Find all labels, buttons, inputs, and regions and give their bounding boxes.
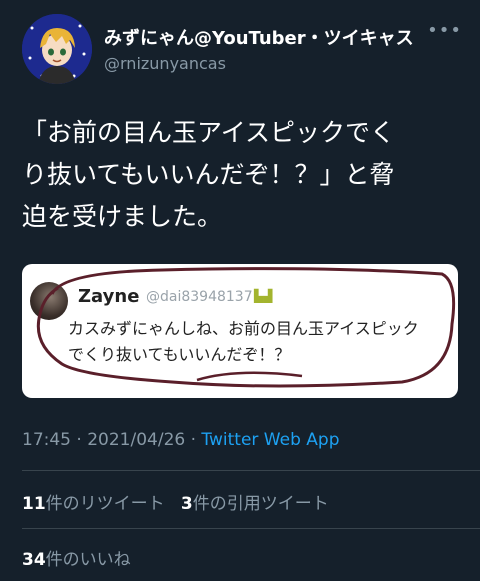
retweets-stat[interactable]: 11件のリツイート (22, 494, 165, 514)
avatar-illustration (22, 14, 92, 84)
user-handle[interactable]: @rnizunyancas (104, 54, 226, 73)
quotes-count: 3 (180, 494, 193, 514)
tweet-meta: 17:45 · 2021/04/26 · Twitter Web App (22, 430, 339, 450)
divider (22, 470, 480, 471)
tweet-text: 「お前の目ん玉アイスピックでく り抜いてもいいんだぞ！？」と脅 迫を受けました。 (22, 118, 396, 231)
avatar[interactable] (22, 14, 92, 84)
tweet-header: みずにゃん@YouTuber・ツイキャス @rnizunyancas ••• (22, 14, 462, 86)
likes-row: 34件のいいね (22, 545, 131, 570)
tweet-source-link[interactable]: Twitter Web App (201, 430, 339, 450)
likes-count: 34 (22, 550, 46, 570)
more-dots-icon[interactable]: ••• (427, 20, 462, 41)
retweets-count: 11 (22, 494, 46, 514)
tweet-time: 17:45 (22, 430, 71, 450)
tweet-date: 2021/04/26 (87, 430, 186, 450)
quotes-stat[interactable]: 3件の引用ツイート (181, 494, 329, 514)
likes-stat[interactable]: 34件のいいね (22, 550, 131, 570)
likes-label: 件のいいね (45, 550, 131, 570)
quotes-label: 件の引用ツイート (192, 494, 329, 514)
scribble-circle-annotation (36, 267, 456, 388)
meta-separator: · (76, 430, 82, 450)
engagement-row: 11件のリツイート 3件の引用ツイート (22, 489, 329, 514)
display-name[interactable]: みずにゃん@YouTuber・ツイキャス (104, 24, 414, 50)
meta-separator: · (190, 430, 197, 450)
divider (22, 528, 480, 529)
retweets-label: 件のリツイート (45, 494, 165, 514)
quoted-image[interactable]: Zayne @dai83948137 ▙▟ カスみずにゃんしね、お前の目ん玉アイ… (22, 264, 458, 398)
